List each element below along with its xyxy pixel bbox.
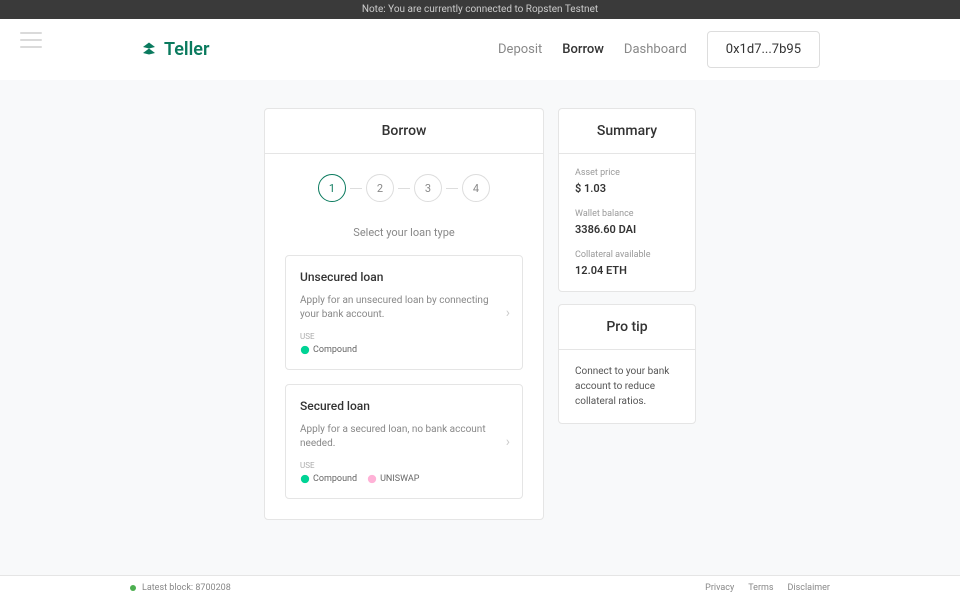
latest-block: Latest block: 8700208	[142, 583, 231, 593]
asset-price-label: Asset price	[575, 168, 679, 178]
collateral-label: Collateral available	[575, 250, 679, 260]
nav-dashboard[interactable]: Dashboard	[624, 42, 687, 57]
protip-title: Pro tip	[559, 305, 695, 350]
privacy-link[interactable]: Privacy	[705, 583, 734, 593]
main-content: Borrow 1 2 3 4 Select your loan type Uns…	[0, 80, 960, 540]
status-dot-icon	[130, 585, 136, 591]
step-1[interactable]: 1	[318, 174, 346, 202]
borrow-title: Borrow	[265, 109, 543, 154]
wallet-balance-value: 3386.60 DAI	[575, 223, 679, 236]
teller-icon	[140, 41, 158, 59]
collateral-value: 12.04 ETH	[575, 264, 679, 277]
summary-card: Summary Asset price $ 1.03 Wallet balanc…	[558, 108, 696, 292]
borrow-card: Borrow 1 2 3 4 Select your loan type Uns…	[264, 108, 544, 520]
step-2[interactable]: 2	[366, 174, 394, 202]
logo-text: Teller	[164, 39, 209, 60]
compound-provider-2: Compound	[300, 474, 357, 484]
logo[interactable]: Teller	[140, 39, 209, 60]
step-3[interactable]: 3	[414, 174, 442, 202]
wallet-button[interactable]: 0x1d7...7b95	[707, 31, 820, 68]
asset-price-value: $ 1.03	[575, 182, 679, 195]
unsecured-desc: Apply for an unsecured loan by connectin…	[300, 294, 508, 322]
compound-provider: Compound	[300, 345, 357, 355]
select-loan-label: Select your loan type	[285, 226, 523, 239]
compound-icon	[300, 345, 310, 355]
secured-loan-option[interactable]: Secured loan Apply for a secured loan, n…	[285, 384, 523, 499]
terms-link[interactable]: Terms	[748, 583, 773, 593]
secured-desc: Apply for a secured loan, no bank accoun…	[300, 423, 508, 451]
header: Teller Deposit Borrow Dashboard 0x1d7...…	[0, 19, 960, 80]
wallet-balance-label: Wallet balance	[575, 209, 679, 219]
nav: Deposit Borrow Dashboard 0x1d7...7b95	[498, 31, 820, 68]
nav-borrow[interactable]: Borrow	[562, 42, 604, 57]
secured-title: Secured loan	[300, 399, 508, 413]
nav-deposit[interactable]: Deposit	[498, 42, 542, 57]
step-indicator: 1 2 3 4	[285, 174, 523, 202]
uniswap-icon	[367, 474, 377, 484]
chevron-right-icon: ›	[506, 434, 510, 450]
footer: Latest block: 8700208 Privacy Terms Disc…	[0, 575, 960, 600]
uniswap-provider: UNISWAP	[367, 474, 419, 484]
step-4[interactable]: 4	[462, 174, 490, 202]
testnet-banner: Note: You are currently connected to Rop…	[0, 0, 960, 19]
unsecured-loan-option[interactable]: Unsecured loan Apply for an unsecured lo…	[285, 255, 523, 370]
secured-use-label: USE	[300, 461, 508, 470]
chevron-right-icon: ›	[506, 305, 510, 321]
unsecured-use-label: USE	[300, 332, 508, 341]
summary-title: Summary	[559, 109, 695, 154]
menu-icon[interactable]	[20, 32, 42, 48]
protip-text: Connect to your bank account to reduce c…	[575, 364, 679, 409]
compound-icon	[300, 474, 310, 484]
protip-card: Pro tip Connect to your bank account to …	[558, 304, 696, 424]
disclaimer-link[interactable]: Disclaimer	[788, 583, 830, 593]
unsecured-title: Unsecured loan	[300, 270, 508, 284]
